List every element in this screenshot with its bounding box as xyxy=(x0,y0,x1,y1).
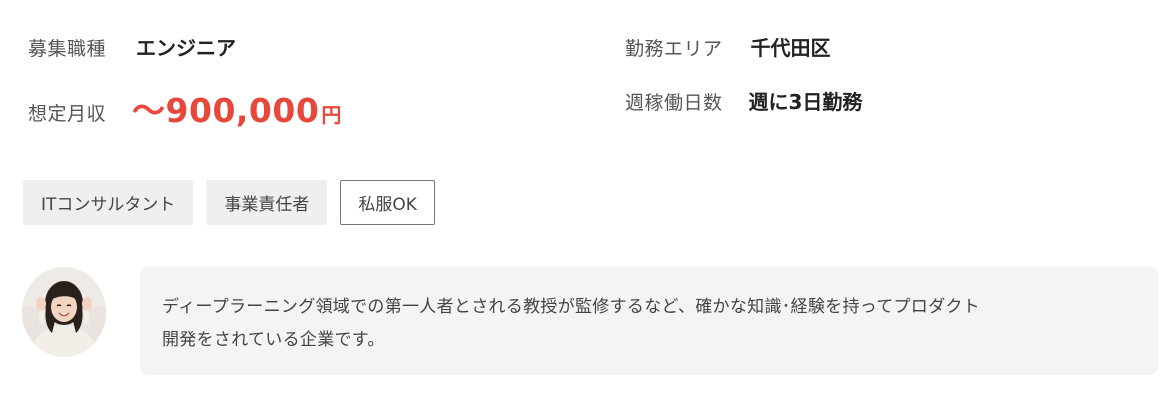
work-days-value: 週に3日勤務 xyxy=(748,90,863,114)
salary-label: 想定月収 xyxy=(28,103,107,125)
job-info-grid: 募集職種 エンジニア 勤務エリア 千代田区 想定月収 〜900,000 円 週稼働… xyxy=(0,0,1176,150)
work-area-label: 勤務エリア xyxy=(625,38,723,60)
tag-casual-dress[interactable]: 私服OK xyxy=(340,180,435,225)
job-type-row: 募集職種 エンジニア xyxy=(28,32,236,61)
tag-it-consultant[interactable]: ITコンサルタント xyxy=(23,180,194,225)
tag-business-manager[interactable]: 事業責任者 xyxy=(206,180,328,225)
person-avatar-icon xyxy=(22,267,106,357)
avatar xyxy=(22,267,106,357)
work-area-value: 千代田区 xyxy=(750,36,831,60)
job-type-value: エンジニア xyxy=(136,36,237,60)
work-area-row: 勤務エリア 千代田区 xyxy=(625,32,831,61)
work-days-row: 週稼働日数 週に3日勤務 xyxy=(625,86,862,115)
job-type-label: 募集職種 xyxy=(28,38,107,60)
salary-amount: 〜900,000 xyxy=(132,91,320,130)
salary-row: 想定月収 〜900,000 円 xyxy=(28,84,341,132)
comment-line-2: 開発をされている企業です。 xyxy=(162,330,385,350)
tag-list: ITコンサルタント 事業責任者 私服OK xyxy=(23,180,448,225)
salary-value: 〜900,000 円 xyxy=(132,84,341,132)
work-days-label: 週稼働日数 xyxy=(625,92,723,114)
comment-line-1: ディープラーニング領域での第一人者とされる教授が監修するなど、確かな知識･経験を… xyxy=(162,297,980,317)
recommendation-comment: ディープラーニング領域での第一人者とされる教授が監修するなど、確かな知識･経験を… xyxy=(140,266,1158,375)
salary-unit: 円 xyxy=(321,103,342,127)
job-summary-card: 募集職種 エンジニア 勤務エリア 千代田区 想定月収 〜900,000 円 週稼働… xyxy=(0,0,1176,400)
